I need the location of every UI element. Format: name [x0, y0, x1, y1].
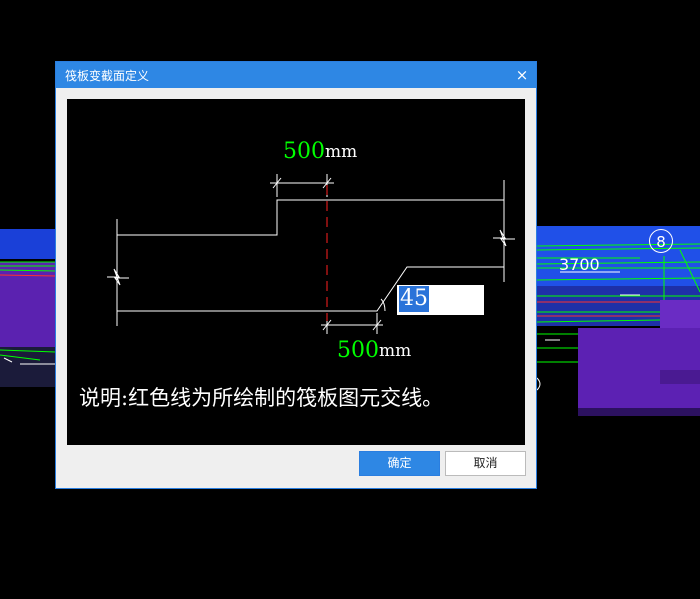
close-icon[interactable]: ×	[512, 65, 532, 85]
diagram-note: 说明:红色线为所绘制的筏板图元交线。	[79, 386, 444, 410]
angle-value: 45	[399, 286, 429, 312]
section-diagram: 500 mm 45 500 mm 说明:红色线为所绘制的筏板图元交线。	[67, 99, 525, 445]
grid-dimension-label: 3700	[559, 255, 600, 274]
axis-number-marker: 8	[649, 229, 673, 253]
cancel-button[interactable]: 取消	[445, 451, 526, 476]
top-dimension-unit: mm	[325, 142, 358, 162]
ok-button[interactable]: 确定	[359, 451, 440, 476]
bottom-dimension-value[interactable]: 500	[337, 338, 379, 363]
dialog-titlebar[interactable]: 筏板变截面定义 ×	[56, 62, 536, 88]
bottom-dimension-unit: mm	[379, 341, 412, 361]
top-dimension-value[interactable]: 500	[283, 139, 325, 164]
dialog-title: 筏板变截面定义	[65, 69, 150, 83]
raft-section-dialog: 筏板变截面定义 × 500 mm 45 500 mm 说明:红色线为所绘制的筏板…	[55, 61, 537, 489]
angle-input[interactable]: 45	[397, 285, 484, 315]
